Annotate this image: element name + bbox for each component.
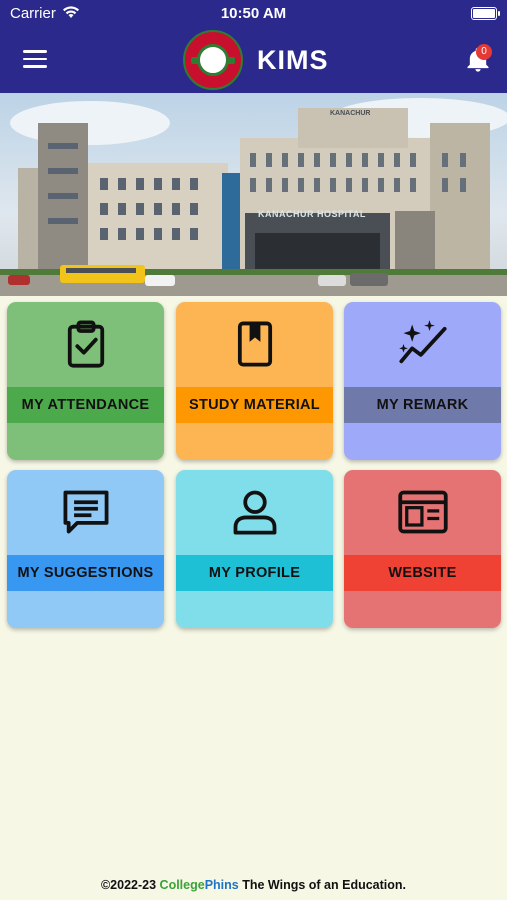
- tile-my-attendance[interactable]: MY ATTENDANCE: [7, 302, 164, 460]
- book-bookmark-icon: [237, 321, 272, 367]
- tile-label: MY SUGGESTIONS: [7, 555, 164, 591]
- tile-my-suggestions[interactable]: MY SUGGESTIONS: [7, 470, 164, 628]
- footer-tagline: The Wings of an Education.: [242, 878, 407, 892]
- notification-badge: 0: [476, 44, 492, 60]
- campus-banner-image: KANACHUR HOSPITAL KANACHUR: [0, 93, 507, 296]
- tile-website[interactable]: WEBSITE: [344, 470, 501, 628]
- footer-copyright: ©2022-23: [100, 878, 157, 892]
- status-bar: Carrier 10:50 AM: [0, 0, 507, 28]
- app-title: KIMS: [257, 45, 329, 75]
- battery-icon: [471, 7, 500, 20]
- tile-study-material[interactable]: STUDY MATERIAL: [176, 302, 333, 460]
- tile-label: MY PROFILE: [176, 555, 333, 591]
- footer: ©2022-23 CollegePhins The Wings of an Ed…: [0, 878, 507, 900]
- browser-window-icon: [397, 490, 448, 534]
- tile-label: WEBSITE: [344, 555, 501, 591]
- app-header: Carrier 10:50 AM KIMS 0: [0, 0, 507, 93]
- tile-my-profile[interactable]: MY PROFILE: [176, 470, 333, 628]
- person-icon: [233, 490, 276, 535]
- tile-label: MY ATTENDANCE: [7, 387, 164, 423]
- chat-lines-icon: [63, 490, 108, 534]
- sparkle-trend-icon: [398, 320, 447, 364]
- hospital-sign: KANACHUR HOSPITAL: [258, 209, 366, 219]
- footer-brand-phins[interactable]: Phins: [205, 878, 239, 892]
- clock-time: 10:50 AM: [220, 5, 287, 22]
- clipboard-check-icon: [67, 320, 104, 368]
- tile-label: MY REMARK: [344, 387, 501, 423]
- tile-my-remark[interactable]: MY REMARK: [344, 302, 501, 460]
- college-logo: [183, 30, 243, 90]
- tile-label: STUDY MATERIAL: [176, 387, 333, 423]
- footer-brand-college[interactable]: College: [160, 878, 205, 892]
- institute-sign: KANACHUR: [330, 110, 371, 117]
- hamburger-menu-icon[interactable]: [23, 50, 47, 68]
